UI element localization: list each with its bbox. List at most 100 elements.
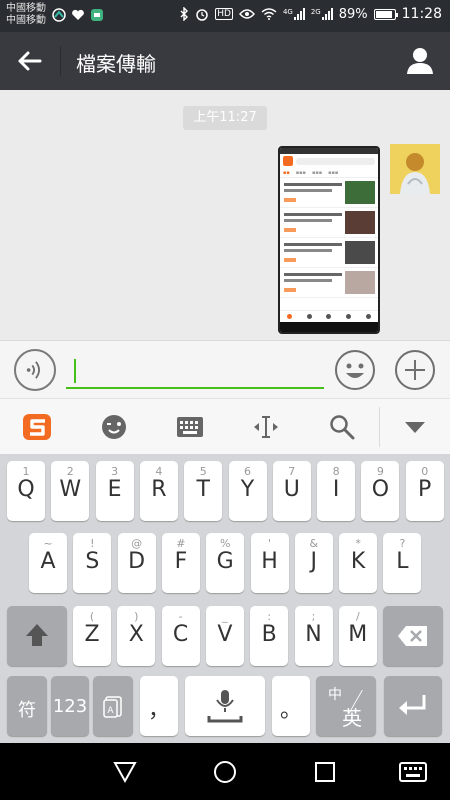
key-q[interactable]: 1Q [7, 461, 45, 521]
key-n[interactable]: ; N [294, 606, 333, 666]
key-m[interactable]: / M [338, 606, 377, 666]
signal-2-icon: 2G [311, 8, 333, 20]
key-primary-label: K [350, 549, 366, 574]
key-primary-label: F [174, 549, 188, 574]
sogou-logo-button[interactable] [20, 409, 56, 445]
carrier-2: 中國移動 [6, 15, 46, 26]
ime-toolbar [0, 398, 450, 454]
key-u[interactable]: 7U [272, 461, 311, 521]
hide-keyboard-button[interactable] [397, 409, 433, 445]
key-a[interactable]: ~ A [29, 533, 67, 593]
key-p[interactable]: 0P [405, 461, 444, 521]
key-primary-label: Y [240, 477, 255, 502]
keyboard-toggle-icon[interactable] [396, 755, 430, 789]
space-key[interactable] [185, 676, 265, 736]
key-o[interactable]: 9O [361, 461, 400, 521]
microphone-icon [207, 690, 243, 723]
key-primary-label: E [107, 477, 122, 502]
key-r[interactable]: 4R [139, 461, 178, 521]
key-j[interactable]: & J [294, 533, 333, 593]
bluetooth-icon [180, 7, 189, 21]
more-options-button[interactable] [394, 349, 436, 391]
key-k[interactable]: * K [339, 533, 378, 593]
carrier-1: 中國移動 [6, 3, 46, 14]
user-avatar[interactable] [390, 144, 440, 194]
search-icon [330, 415, 355, 440]
key-primary-label: H [261, 549, 278, 574]
wink-face-icon [102, 415, 126, 439]
key-x[interactable]: ) X [117, 606, 156, 666]
key-l[interactable]: ? L [383, 533, 422, 593]
notification-icons [52, 8, 104, 22]
key-v[interactable]: _ V [205, 606, 244, 666]
lang-key-bottom-label: 英 [342, 706, 362, 730]
key-h[interactable]: ' H [250, 533, 289, 593]
home-circle-icon[interactable] [208, 755, 242, 789]
eye-icon [239, 9, 255, 19]
emoji-button[interactable] [334, 349, 376, 391]
app-key[interactable]: A [93, 676, 133, 736]
key-primary-label: Q [17, 477, 35, 502]
back-triangle-icon[interactable] [108, 755, 142, 789]
shift-arrow-icon [26, 624, 48, 646]
cursor-move-button[interactable] [248, 409, 284, 445]
number-key-label: 123 [52, 696, 88, 717]
period-key-label: 。 [279, 698, 302, 723]
key-s[interactable]: ! S [73, 533, 112, 593]
key-d[interactable]: @ D [117, 533, 156, 593]
key-z[interactable]: (Z [73, 606, 111, 666]
recents-square-icon[interactable] [308, 755, 342, 789]
battery-percent: 89% [338, 6, 368, 22]
clock: 11:28 [401, 6, 442, 22]
app-icon: A [103, 696, 122, 718]
key-primary-label: S [85, 549, 100, 574]
comma-key[interactable]: ， [140, 676, 178, 736]
shift-key[interactable] [7, 606, 67, 666]
message-timestamp: 上午11:27 [183, 106, 267, 130]
ime-emoji-button[interactable] [96, 409, 132, 445]
key-primary-label: M [348, 622, 368, 647]
key-w[interactable]: 2W [51, 461, 90, 521]
key-primary-label: Z [84, 622, 100, 647]
app-notification-icon [52, 8, 66, 22]
number-key[interactable]: 123 [51, 676, 89, 736]
signal-1-icon: 4G [283, 8, 305, 20]
key-b[interactable]: :B [250, 606, 289, 666]
key-c[interactable]: -C [161, 606, 200, 666]
symbol-key[interactable]: 符 [7, 676, 47, 736]
ime-search-button[interactable] [324, 409, 360, 445]
sogou-icon [23, 414, 51, 440]
key-primary-label: R [151, 477, 167, 502]
screenshot-message[interactable]: ▪▪ ▪▪▪ ▪▪▪ ▪▪▪ [278, 146, 380, 334]
enter-key[interactable] [384, 676, 442, 736]
alarm-icon [196, 9, 208, 21]
key-primary-label: D [128, 549, 146, 574]
key-primary-label: L [396, 549, 409, 574]
keyboard-switch-button[interactable] [172, 409, 208, 445]
language-switch-key[interactable]: 中 英 [316, 676, 376, 736]
key-f[interactable]: # F [161, 533, 200, 593]
signal-1-label: 4G [282, 8, 293, 16]
chat-area[interactable]: 上午11:27 ▪▪ ▪▪▪ ▪▪▪ ▪▪▪ [0, 90, 450, 340]
key-e[interactable]: 3E [95, 461, 134, 521]
symbol-key-label: 符 [18, 700, 36, 721]
key-primary-label: B [261, 622, 277, 647]
key-t[interactable]: 5T [184, 461, 223, 521]
toolbar-divider [379, 407, 380, 447]
back-arrow-icon[interactable] [14, 45, 46, 77]
profile-icon[interactable] [404, 45, 436, 77]
backspace-key[interactable] [383, 606, 443, 666]
title-bar: 檔案傳輸 [0, 32, 450, 90]
period-key[interactable]: 。 [272, 676, 310, 736]
key-primary-label: X [128, 622, 144, 647]
key-i[interactable]: 8I [317, 461, 356, 521]
svg-text:A: A [107, 706, 114, 716]
heart-icon [72, 9, 84, 20]
key-y[interactable]: 6Y [228, 461, 267, 521]
voice-input-button[interactable] [14, 349, 56, 391]
hd-icon: HD [215, 8, 233, 20]
message-input[interactable] [66, 355, 324, 389]
text-cursor [74, 359, 76, 383]
key-g[interactable]: % G [206, 533, 245, 593]
carrier-labels: 中國移動 中國移動 [6, 3, 46, 27]
